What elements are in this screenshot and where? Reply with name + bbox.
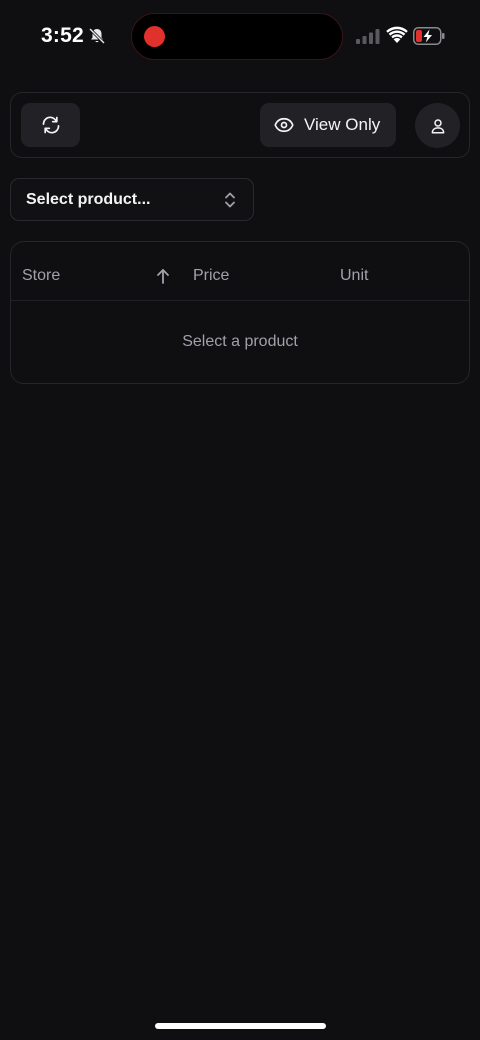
column-header-store[interactable]: Store <box>22 267 60 285</box>
product-select[interactable]: Select product... <box>10 178 254 221</box>
profile-button[interactable] <box>415 103 460 148</box>
wifi-icon <box>386 26 408 43</box>
empty-state-message: Select a product <box>182 333 298 350</box>
eye-icon <box>274 117 294 133</box>
column-header-unit[interactable]: Unit <box>340 267 368 285</box>
arrow-up-icon[interactable] <box>156 268 170 284</box>
table-header: Store Price Unit <box>11 242 469 301</box>
recording-indicator <box>144 26 165 47</box>
app-screen: 3:52 View Only Select product... Store P… <box>0 0 480 1040</box>
battery-charging-icon <box>413 27 445 45</box>
cellular-signal-icon <box>356 29 380 44</box>
price-table: Store Price Unit Select a product <box>10 241 470 384</box>
bell-muted-icon <box>88 27 106 45</box>
dynamic-island <box>131 13 343 60</box>
chevrons-up-down-icon <box>225 192 235 208</box>
column-header-price[interactable]: Price <box>193 267 229 285</box>
refresh-icon <box>42 116 59 134</box>
product-select-label: Select product... <box>26 190 151 208</box>
home-indicator[interactable] <box>155 1023 326 1029</box>
status-time: 3:52 <box>41 24 84 47</box>
view-only-label: View Only <box>304 115 381 134</box>
user-icon <box>431 118 444 133</box>
view-only-button[interactable]: View Only <box>260 103 396 147</box>
toolbar: View Only <box>10 92 470 158</box>
refresh-button[interactable] <box>21 103 80 147</box>
status-bar: 3:52 <box>0 0 480 72</box>
